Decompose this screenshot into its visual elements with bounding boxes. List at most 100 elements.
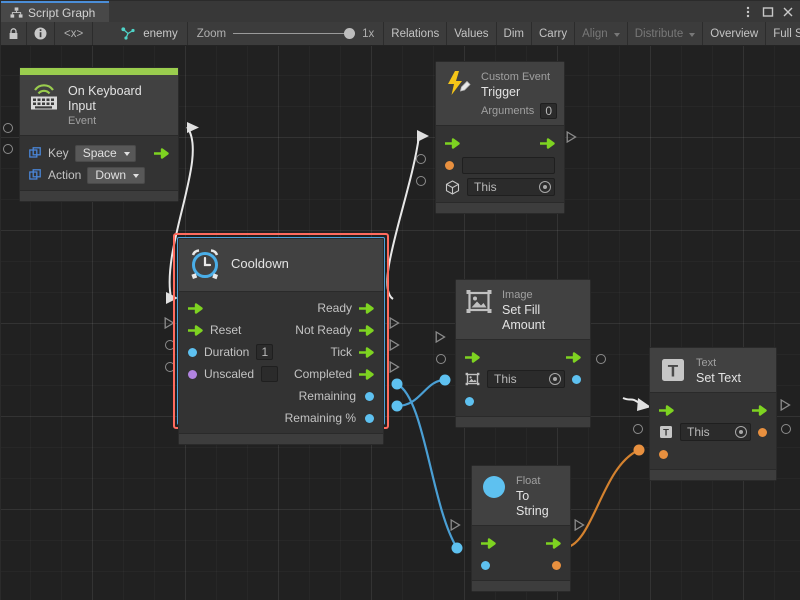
port-cooldown-tick-out[interactable] [388,338,401,352]
output-label-tick: Tick [330,345,352,359]
port-cooldown-notready-out[interactable] [388,316,401,330]
toolbar-button-full-screen[interactable]: Full Screen [766,22,800,45]
toolbar-button-relations[interactable]: Relations [384,22,447,45]
arguments-field[interactable]: 0 [540,103,557,119]
node-body [472,525,570,580]
port-flow-out-icon[interactable] [359,325,374,336]
port-float-flow-in[interactable] [449,518,462,532]
object-picker-icon[interactable] [735,426,747,438]
port-float-flow-out[interactable] [573,518,586,532]
port-customevent-name-in[interactable] [414,152,427,166]
port-flow-out-icon[interactable] [752,405,767,416]
port-flow-out-icon[interactable] [359,303,374,314]
close-icon[interactable] [779,2,797,21]
zoom-slider[interactable] [233,28,355,39]
toolbar-button-overview[interactable]: Overview [703,22,766,45]
port-value-orange-in-icon[interactable] [659,450,668,459]
zoom-value: 1x [362,28,374,40]
port-flow-in-icon[interactable] [481,538,496,549]
port-keyboard-in-1[interactable] [2,122,14,134]
input-label-reset: Reset [210,323,241,337]
key-dropdown[interactable]: Space [75,145,136,162]
port-customevent-flow-out[interactable] [565,130,578,144]
toolbar-button-dim[interactable]: Dim [497,22,532,45]
target-object-value: This [474,180,497,194]
port-value-orange-out-icon[interactable] [758,428,767,437]
port-flow-out-icon[interactable] [546,538,561,549]
graph-canvas[interactable]: On Keyboard Input Event Key Space [1,46,800,600]
tab-script-graph[interactable]: Script Graph [1,1,109,22]
port-value-blue-in-icon[interactable] [481,561,490,570]
port-flow-in-icon[interactable] [188,303,203,314]
target-object-field[interactable]: This [680,423,751,441]
port-image-target-in[interactable] [434,352,447,366]
object-picker-icon[interactable] [549,373,561,385]
toolbar-button-carry[interactable]: Carry [532,22,575,45]
port-value-blue-out-icon[interactable] [572,375,581,384]
float-circle-icon [481,474,507,500]
port-flow-in-icon[interactable] [445,138,460,149]
port-triangle-icon [780,399,791,411]
port-value-orange-icon[interactable] [445,161,454,170]
event-name-field[interactable] [462,157,555,174]
node-subtitle: Float [516,475,560,488]
toolbar-button-align[interactable]: Align [575,22,628,45]
row-target: This [436,176,564,198]
object-picker-icon[interactable] [539,181,551,193]
port-value-blue-in-icon[interactable] [465,397,474,406]
port-value-orange-out-icon[interactable] [552,561,561,570]
zoom-label: Zoom [197,28,226,40]
port-keyboard-in-2[interactable] [2,143,14,155]
zoom-control[interactable]: Zoom 1x [188,22,385,45]
graph-name-label: enemy [139,28,178,40]
target-object-field[interactable]: This [487,370,565,388]
maximize-icon[interactable] [759,2,777,21]
row-text-value [650,443,776,465]
variable-icon [29,169,42,182]
row-value [472,554,570,576]
port-value-blue-icon[interactable] [365,392,374,401]
toolbar-button-values[interactable]: Values [447,22,496,45]
graph-name-field[interactable]: enemy [93,22,188,45]
toolbar-button-distribute[interactable]: Distribute [628,22,704,45]
port-customevent-target-in[interactable] [414,174,427,188]
target-object-field[interactable]: This [467,178,555,196]
node-subtitle: Custom Event [481,71,557,84]
port-flow-out-icon[interactable] [359,347,374,358]
node-on-keyboard-input[interactable]: On Keyboard Input Event Key Space [19,67,179,202]
variables-button[interactable]: <x> [55,22,93,45]
port-image-flow-in[interactable] [434,330,447,344]
port-flow-in-icon[interactable] [659,405,674,416]
port-flow-in-icon[interactable] [188,325,203,336]
node-custom-event-trigger[interactable]: Custom Event Trigger Arguments 0 [435,61,565,214]
action-dropdown[interactable]: Down [87,167,145,184]
port-flow-out-icon[interactable] [154,148,169,159]
port-image-value-out[interactable] [594,352,607,366]
unscaled-checkbox[interactable] [261,366,278,382]
node-float-to-string[interactable]: Float To String [471,465,571,592]
kebab-menu-icon[interactable] [739,2,757,21]
node-title: Set Fill Amount [502,303,580,333]
port-cooldown-completed-out[interactable] [388,360,401,374]
port-text-target-in[interactable] [631,422,644,436]
port-circle-icon [596,354,606,364]
node-cooldown[interactable]: Cooldown Ready [178,238,384,445]
port-value-blue-icon[interactable] [188,348,197,357]
port-flow-out-icon[interactable] [540,138,555,149]
variable-icon [29,147,42,160]
node-image-set-fill-amount[interactable]: Image Set Fill Amount [455,279,591,428]
node-text-set-text[interactable]: T Text Set Text [649,347,777,481]
duration-field[interactable]: 1 [256,344,273,360]
port-text-flow-out[interactable] [779,398,792,412]
lock-button[interactable] [1,22,27,45]
port-flow-out-icon[interactable] [359,369,374,380]
port-value-blue-icon[interactable] [365,414,374,423]
port-flow-out-icon[interactable] [566,352,581,363]
port-value-purple-icon[interactable] [188,370,197,379]
toolbar-button-carry-label: Carry [539,28,567,40]
port-flow-in-icon[interactable] [465,352,480,363]
info-button[interactable] [27,22,55,45]
port-text-value-out[interactable] [779,422,792,436]
zoom-slider-knob[interactable] [344,28,355,39]
input-label-unscaled: Unscaled [204,367,254,381]
